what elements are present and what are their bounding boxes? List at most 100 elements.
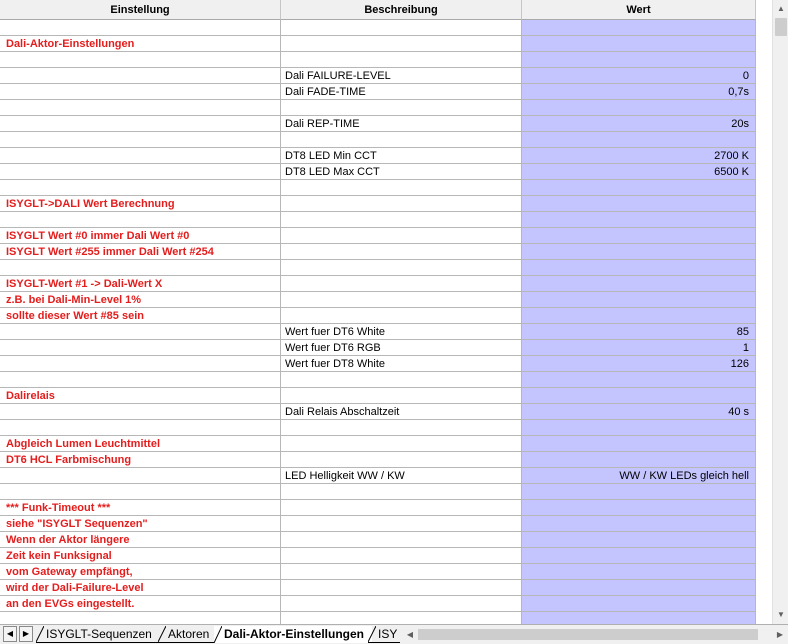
vertical-scroll-thumb[interactable] bbox=[775, 18, 787, 36]
tab-isy[interactable]: ISY bbox=[368, 626, 400, 643]
cell-wert[interactable] bbox=[522, 36, 756, 52]
cell-einstellung[interactable] bbox=[0, 132, 281, 148]
cell-wert[interactable]: 40 s bbox=[522, 404, 756, 420]
cell-wert[interactable] bbox=[522, 500, 756, 516]
cell-einstellung[interactable] bbox=[0, 164, 281, 180]
cell-beschreibung[interactable] bbox=[281, 548, 522, 564]
cell-einstellung[interactable] bbox=[0, 484, 281, 500]
cell-einstellung[interactable]: wird der Dali-Failure-Level bbox=[0, 580, 281, 596]
cell-einstellung[interactable]: Dali-Aktor-Einstellungen bbox=[0, 36, 281, 52]
cell-einstellung[interactable]: an den EVGs eingestellt. bbox=[0, 596, 281, 612]
cell-einstellung[interactable] bbox=[0, 52, 281, 68]
cell-wert[interactable]: 85 bbox=[522, 324, 756, 340]
scroll-up-icon[interactable]: ▲ bbox=[773, 1, 788, 17]
cell-beschreibung[interactable] bbox=[281, 484, 522, 500]
cell-wert[interactable]: WW / KW LEDs gleich hell bbox=[522, 468, 756, 484]
cell-beschreibung[interactable]: LED Helligkeit WW / KW bbox=[281, 468, 522, 484]
cell-beschreibung[interactable] bbox=[281, 260, 522, 276]
cell-beschreibung[interactable] bbox=[281, 36, 522, 52]
horizontal-scrollbar[interactable]: ◀ ▶ bbox=[402, 626, 788, 643]
cell-wert[interactable] bbox=[522, 196, 756, 212]
cell-beschreibung[interactable] bbox=[281, 516, 522, 532]
cell-wert[interactable]: 2700 K bbox=[522, 148, 756, 164]
cell-einstellung[interactable] bbox=[0, 420, 281, 436]
column-header-einstellung[interactable]: Einstellung bbox=[0, 0, 281, 20]
cell-einstellung[interactable] bbox=[0, 468, 281, 484]
cell-wert[interactable] bbox=[522, 484, 756, 500]
scroll-down-icon[interactable]: ▼ bbox=[773, 607, 788, 623]
cell-beschreibung[interactable] bbox=[281, 196, 522, 212]
cell-wert[interactable] bbox=[522, 596, 756, 612]
cell-wert[interactable] bbox=[522, 580, 756, 596]
cell-beschreibung[interactable] bbox=[281, 596, 522, 612]
vertical-scrollbar[interactable]: ▲ ▼ bbox=[772, 0, 788, 624]
cell-beschreibung[interactable] bbox=[281, 564, 522, 580]
cell-wert[interactable] bbox=[522, 276, 756, 292]
cell-wert[interactable]: 1 bbox=[522, 340, 756, 356]
cell-beschreibung[interactable] bbox=[281, 500, 522, 516]
cell-wert[interactable] bbox=[522, 564, 756, 580]
tab-next-button[interactable]: ▶ bbox=[19, 626, 33, 642]
cell-beschreibung[interactable] bbox=[281, 212, 522, 228]
cell-beschreibung[interactable]: Dali FAILURE-LEVEL bbox=[281, 68, 522, 84]
cell-beschreibung[interactable] bbox=[281, 292, 522, 308]
cell-beschreibung[interactable]: Wert fuer DT6 White bbox=[281, 324, 522, 340]
cell-einstellung[interactable] bbox=[0, 404, 281, 420]
cell-einstellung[interactable]: z.B. bei Dali-Min-Level 1% bbox=[0, 292, 281, 308]
cell-einstellung[interactable] bbox=[0, 20, 281, 36]
cell-einstellung[interactable]: Dalirelais bbox=[0, 388, 281, 404]
cell-wert[interactable]: 0,7s bbox=[522, 84, 756, 100]
cell-einstellung[interactable] bbox=[0, 212, 281, 228]
cell-einstellung[interactable] bbox=[0, 356, 281, 372]
cell-einstellung[interactable]: vom Gateway empfängt, bbox=[0, 564, 281, 580]
cell-wert[interactable] bbox=[522, 548, 756, 564]
cell-beschreibung[interactable] bbox=[281, 436, 522, 452]
cell-beschreibung[interactable] bbox=[281, 612, 522, 624]
cell-beschreibung[interactable]: DT8 LED Min CCT bbox=[281, 148, 522, 164]
cell-einstellung[interactable]: siehe "ISYGLT Sequenzen" bbox=[0, 516, 281, 532]
cell-einstellung[interactable] bbox=[0, 180, 281, 196]
cell-wert[interactable] bbox=[522, 292, 756, 308]
cell-beschreibung[interactable] bbox=[281, 580, 522, 596]
tab-dali-aktor-einstellungen[interactable]: Dali-Aktor-Einstellungen bbox=[214, 626, 372, 643]
cell-wert[interactable] bbox=[522, 52, 756, 68]
cell-wert[interactable] bbox=[522, 180, 756, 196]
cell-wert[interactable] bbox=[522, 372, 756, 388]
cell-beschreibung[interactable]: Dali FADE-TIME bbox=[281, 84, 522, 100]
cell-beschreibung[interactable] bbox=[281, 180, 522, 196]
cell-wert[interactable] bbox=[522, 436, 756, 452]
cell-einstellung[interactable]: ISYGLT-Wert #1 -> Dali-Wert X bbox=[0, 276, 281, 292]
horizontal-scroll-thumb[interactable] bbox=[418, 629, 758, 640]
cell-einstellung[interactable]: DT6 HCL Farbmischung bbox=[0, 452, 281, 468]
cell-wert[interactable] bbox=[522, 100, 756, 116]
cell-einstellung[interactable]: ISYGLT Wert #0 immer Dali Wert #0 bbox=[0, 228, 281, 244]
cell-beschreibung[interactable] bbox=[281, 372, 522, 388]
cell-einstellung[interactable]: ISYGLT Wert #255 immer Dali Wert #254 bbox=[0, 244, 281, 260]
cell-einstellung[interactable] bbox=[0, 372, 281, 388]
cell-wert[interactable] bbox=[522, 212, 756, 228]
cell-einstellung[interactable] bbox=[0, 324, 281, 340]
cell-beschreibung[interactable] bbox=[281, 388, 522, 404]
cell-wert[interactable]: 6500 K bbox=[522, 164, 756, 180]
cell-wert[interactable] bbox=[522, 132, 756, 148]
cell-wert[interactable] bbox=[522, 532, 756, 548]
cell-einstellung[interactable] bbox=[0, 260, 281, 276]
cell-beschreibung[interactable]: Wert fuer DT6 RGB bbox=[281, 340, 522, 356]
cell-wert[interactable] bbox=[522, 452, 756, 468]
cell-einstellung[interactable] bbox=[0, 68, 281, 84]
cell-beschreibung[interactable] bbox=[281, 132, 522, 148]
cell-beschreibung[interactable] bbox=[281, 244, 522, 260]
cell-einstellung[interactable]: sollte dieser Wert #85 sein bbox=[0, 308, 281, 324]
cell-beschreibung[interactable]: DT8 LED Max CCT bbox=[281, 164, 522, 180]
cell-einstellung[interactable]: Wenn der Aktor längere bbox=[0, 532, 281, 548]
cell-beschreibung[interactable] bbox=[281, 420, 522, 436]
scroll-left-icon[interactable]: ◀ bbox=[402, 626, 418, 643]
tab-prev-button[interactable]: ◀ bbox=[3, 626, 17, 642]
cell-wert[interactable] bbox=[522, 388, 756, 404]
column-header-wert[interactable]: Wert bbox=[522, 0, 756, 20]
cell-einstellung[interactable] bbox=[0, 116, 281, 132]
cell-einstellung[interactable]: Zeit kein Funksignal bbox=[0, 548, 281, 564]
cell-einstellung[interactable]: Abgleich Lumen Leuchtmittel bbox=[0, 436, 281, 452]
cell-beschreibung[interactable]: Wert fuer DT8 White bbox=[281, 356, 522, 372]
cell-einstellung[interactable] bbox=[0, 340, 281, 356]
